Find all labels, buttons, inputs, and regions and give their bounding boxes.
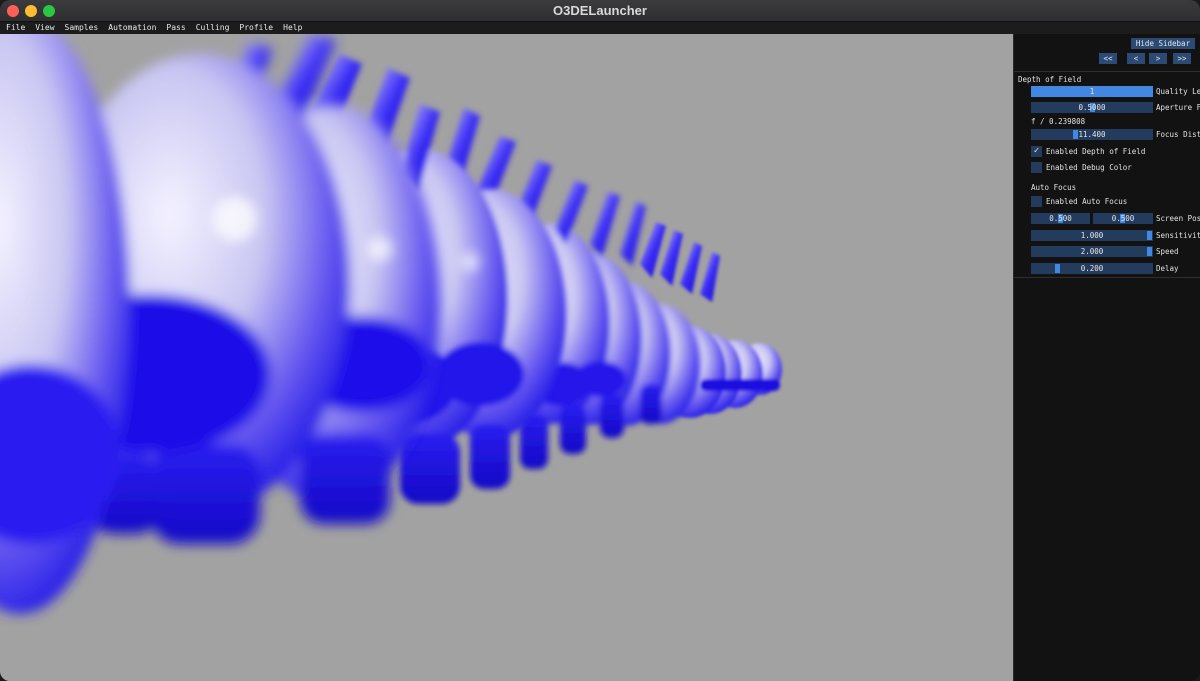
- aperture-value: 0.5000: [1078, 103, 1106, 112]
- screen-pos-x-value: 0.500: [1049, 214, 1072, 223]
- enabled-auto-focus-label: Enabled Auto Focus: [1046, 197, 1128, 206]
- quality-level-value: 1: [1089, 87, 1095, 96]
- quality-level-slider[interactable]: 1: [1031, 86, 1153, 97]
- menu-culling[interactable]: Culling: [196, 22, 230, 34]
- menu-automation[interactable]: Automation: [108, 22, 156, 34]
- screen-pos-x-slider[interactable]: 0.500: [1031, 213, 1090, 224]
- auto-focus-header: Auto Focus: [1031, 183, 1077, 192]
- divider: [1014, 71, 1200, 72]
- hide-sidebar-button[interactable]: Hide Sidebar: [1131, 38, 1195, 49]
- focus-distance-grab[interactable]: [1072, 130, 1078, 139]
- delay-label: Delay: [1156, 264, 1179, 273]
- sidebar-panel: Hide Sidebar << < > >> Depth of Field 1 …: [1013, 34, 1200, 681]
- enabled-auto-focus-checkbox[interactable]: [1031, 196, 1042, 207]
- menu-file[interactable]: File: [6, 22, 25, 34]
- focus-distance-value: 11.400: [1078, 130, 1106, 139]
- aperture-slider[interactable]: 0.5000: [1031, 102, 1153, 113]
- render-viewport[interactable]: [0, 34, 1013, 681]
- screen-pos-y-slider[interactable]: 0.500: [1093, 213, 1153, 224]
- sensitivity-value: 1.000: [1080, 231, 1104, 240]
- speed-label: Speed: [1156, 247, 1179, 256]
- aperture-label: Aperture F: [1156, 103, 1200, 112]
- delay-slider[interactable]: 0.200: [1031, 263, 1153, 274]
- enabled-debug-color-checkbox[interactable]: [1031, 162, 1042, 173]
- nav-last-button[interactable]: >>: [1173, 53, 1191, 64]
- nav-next-button[interactable]: >: [1149, 53, 1167, 64]
- nav-prev-button[interactable]: <: [1127, 53, 1145, 64]
- speed-grab[interactable]: [1147, 247, 1152, 256]
- divider-bottom: [1014, 277, 1200, 278]
- delay-grab[interactable]: [1055, 264, 1061, 273]
- screen-pos-y-value: 0.500: [1111, 214, 1135, 223]
- quality-level-label: Quality Le: [1156, 87, 1200, 96]
- focus-distance-label: Focus Dist: [1156, 130, 1200, 139]
- focus-distance-slider[interactable]: 11.400: [1031, 129, 1153, 140]
- title-bar[interactable]: O3DELauncher: [0, 0, 1200, 22]
- menu-view[interactable]: View: [35, 22, 54, 34]
- speed-value: 2.000: [1080, 247, 1104, 256]
- scene-render: [0, 34, 1013, 681]
- enabled-debug-color-label: Enabled Debug Color: [1046, 163, 1132, 172]
- screen-pos-label: Screen Pos: [1156, 214, 1200, 223]
- menu-samples[interactable]: Samples: [65, 22, 99, 34]
- launcher-window: O3DELauncher File View Samples Automatio…: [0, 0, 1200, 681]
- sensitivity-slider[interactable]: 1.000: [1031, 230, 1153, 241]
- nav-first-button[interactable]: <<: [1099, 53, 1117, 64]
- f-stop-text: f / 0.239808: [1031, 117, 1086, 126]
- menu-bar: File View Samples Automation Pass Cullin…: [0, 22, 1200, 34]
- dof-header: Depth of Field: [1018, 75, 1082, 84]
- menu-help[interactable]: Help: [283, 22, 302, 34]
- menu-pass[interactable]: Pass: [166, 22, 185, 34]
- menu-profile[interactable]: Profile: [239, 22, 273, 34]
- enabled-dof-checkbox[interactable]: ✓: [1031, 146, 1042, 157]
- window-title: O3DELauncher: [553, 3, 647, 18]
- speed-slider[interactable]: 2.000: [1031, 246, 1153, 257]
- enabled-dof-label: Enabled Depth of Field: [1046, 147, 1146, 156]
- sensitivity-grab[interactable]: [1147, 231, 1152, 240]
- delay-value: 0.200: [1080, 264, 1104, 273]
- sensitivity-label: Sensitivit: [1156, 231, 1200, 240]
